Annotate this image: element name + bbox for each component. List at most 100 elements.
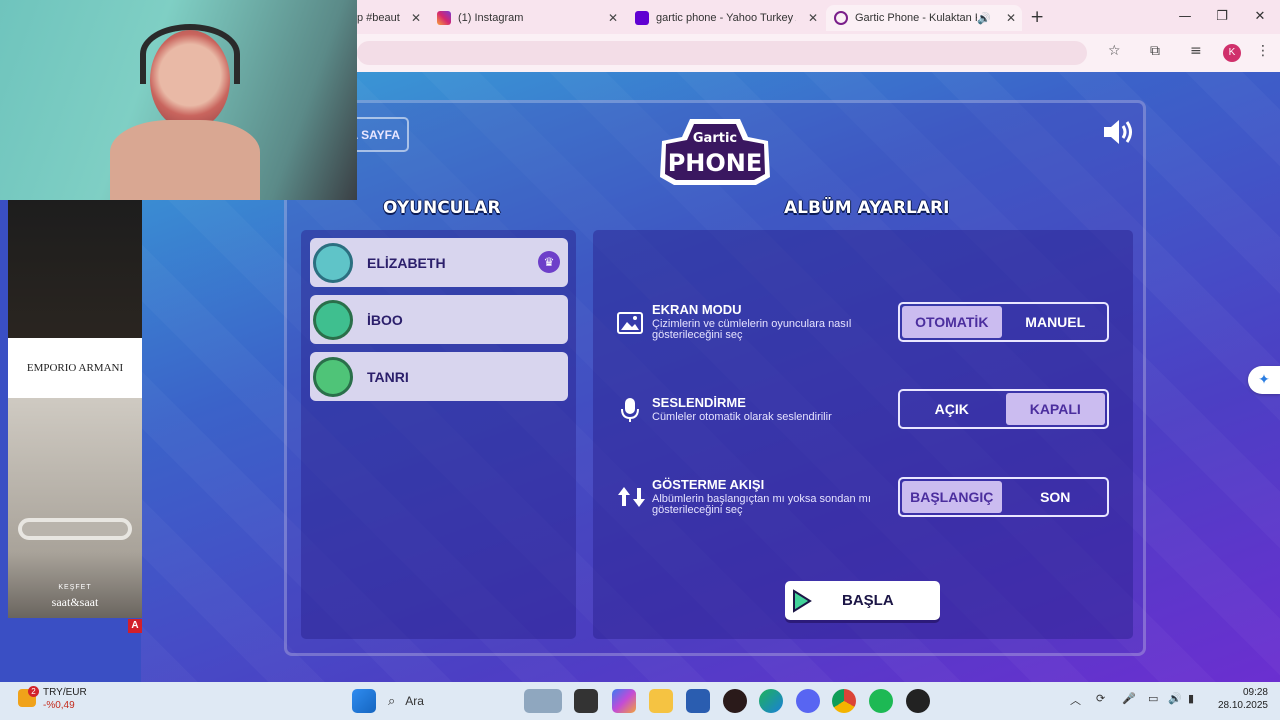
player-row: İBOO: [310, 295, 568, 344]
tray-chevron-icon[interactable]: ︿: [1070, 692, 1081, 708]
option-start[interactable]: BAŞLANGIÇ: [902, 481, 1002, 513]
ad-image-top: [8, 200, 142, 338]
side-helper-icon[interactable]: ✦: [1248, 366, 1280, 394]
close-icon[interactable]: ✕: [602, 11, 624, 25]
windows-start-icon[interactable]: [352, 689, 376, 713]
players-panel: [301, 230, 576, 639]
edge-icon[interactable]: [759, 689, 783, 713]
extensions-icon[interactable]: ⧉: [1150, 43, 1160, 59]
player-avatar: [313, 242, 353, 283]
file-explorer-icon[interactable]: [649, 689, 673, 713]
player-avatar: [313, 356, 353, 397]
stock-widget[interactable]: TRY/EUR -%0,49: [43, 686, 87, 712]
player-avatar: [313, 299, 353, 340]
crown-icon: ♛: [538, 251, 560, 273]
yahoo-icon: [635, 11, 649, 25]
option-manual[interactable]: MANUEL: [1006, 306, 1106, 338]
volume-icon[interactable]: 🔊: [1168, 692, 1182, 705]
option-on[interactable]: AÇIK: [902, 393, 1002, 425]
clock-date: 28.10.2025: [1217, 700, 1268, 711]
instagram-icon: [437, 11, 451, 25]
voiceover-toggle: AÇIK KAPALI: [898, 389, 1109, 429]
profile-avatar[interactable]: K: [1223, 44, 1241, 62]
players-title: OYUNCULAR: [383, 198, 501, 218]
bracelet-image: [18, 518, 132, 540]
tab-music[interactable]: p #beaut ✕: [357, 5, 427, 31]
media-control-icon[interactable]: ≡: [1190, 43, 1202, 59]
setting-title: SESLENDİRME: [652, 395, 746, 410]
setting-description: Albümlerin başlangıçtan mı yoksa sondan …: [652, 493, 871, 516]
search-icon: ⌕: [388, 693, 396, 708]
microphone-tray-icon[interactable]: 🎤: [1122, 692, 1136, 705]
logo-bottom-text: PHONE: [668, 149, 763, 177]
ad-brand: EMPORIO ARMANI: [8, 338, 142, 398]
tab-yahoo[interactable]: gartic phone - Yahoo Turkey Ar ✕: [627, 5, 824, 31]
gartic-phone-logo: Gartic PHONE: [660, 119, 770, 185]
system-clock[interactable]: 09:28 28.10.2025: [1218, 686, 1268, 712]
new-tab-button[interactable]: +: [1030, 7, 1044, 27]
network-icon[interactable]: ▭: [1148, 692, 1158, 705]
gartic-icon: [834, 11, 848, 25]
bookmark-star-icon[interactable]: ☆: [1108, 43, 1121, 59]
album-settings-panel: [593, 230, 1133, 639]
option-end[interactable]: SON: [1006, 481, 1106, 513]
display-mode-toggle: OTOMATİK MANUEL: [898, 302, 1109, 342]
ad-image-bottom: KEŞFET saat&saat: [8, 398, 142, 618]
windows-taskbar: [0, 682, 1280, 720]
ad-badge[interactable]: A: [128, 619, 142, 633]
discord-icon[interactable]: [796, 689, 820, 713]
sound-icon[interactable]: [1102, 117, 1136, 147]
speaker-icon[interactable]: 🔊: [977, 12, 991, 25]
player-row: TANRI: [310, 352, 568, 401]
up-down-arrows-icon: [618, 487, 645, 507]
task-view-icon[interactable]: [574, 689, 598, 713]
taskbar-search[interactable]: ⌕ Ara: [388, 689, 498, 713]
webcam-overlay: [0, 0, 357, 200]
battery-icon[interactable]: ▮: [1188, 692, 1194, 705]
copilot-icon[interactable]: [612, 689, 636, 713]
clock-time: 09:28: [1242, 687, 1268, 698]
notification-badge: 2: [28, 686, 39, 697]
image-icon: [617, 312, 643, 334]
ad-cta-small: KEŞFET: [58, 584, 92, 591]
tab-label: Gartic Phone - Kulaktan Kul: [855, 12, 977, 24]
close-icon[interactable]: ✕: [405, 11, 427, 25]
ad-cta-brand: saat&saat: [51, 595, 99, 609]
close-icon[interactable]: ✕: [802, 11, 824, 25]
option-automatic[interactable]: OTOMATİK: [902, 306, 1002, 338]
setting-title: EKRAN MODU: [652, 302, 742, 317]
tab-gartic-active[interactable]: Gartic Phone - Kulaktan Kul 🔊 ✕: [826, 5, 1022, 31]
store-icon[interactable]: [686, 689, 710, 713]
address-input[interactable]: [357, 41, 1087, 65]
back-label: A SAYFA: [349, 127, 400, 142]
tab-label: (1) Instagram: [458, 12, 524, 24]
search-label: Ara: [405, 694, 424, 708]
setting-description: Çizimlerin ve cümlelerin oyunculara nası…: [652, 318, 852, 341]
restore-button[interactable]: ❐: [1207, 6, 1237, 28]
close-icon[interactable]: ✕: [1000, 11, 1022, 25]
tab-label: p #beaut: [357, 12, 400, 24]
microphone-icon: [621, 398, 639, 422]
logo-top-text: Gartic: [693, 131, 737, 146]
start-button[interactable]: BAŞLA: [785, 581, 940, 620]
game-app-icon[interactable]: [723, 689, 747, 713]
settings-title: ALBÜM AYARLARI: [784, 198, 950, 218]
play-icon: [793, 588, 812, 613]
option-off[interactable]: KAPALI: [1005, 393, 1105, 425]
spotify-icon[interactable]: [869, 689, 893, 713]
player-name: İBOO: [367, 311, 403, 328]
obs-icon[interactable]: [906, 689, 930, 713]
widgets-icon[interactable]: [524, 689, 562, 713]
minimize-button[interactable]: —: [1170, 6, 1200, 28]
sync-icon[interactable]: ⟳: [1096, 692, 1105, 705]
menu-kebab-icon[interactable]: ⋮: [1256, 43, 1270, 59]
chrome-icon[interactable]: [832, 689, 856, 713]
headphones-icon: [140, 24, 240, 84]
tab-instagram[interactable]: (1) Instagram ✕: [429, 5, 624, 31]
streamer-body: [110, 120, 260, 200]
advertisement[interactable]: EMPORIO ARMANI KEŞFET saat&saat: [8, 200, 142, 618]
player-row: ELİZABETH ♛: [310, 238, 568, 287]
start-label: BAŞLA: [842, 592, 894, 609]
close-window-button[interactable]: ✕: [1245, 6, 1275, 28]
stock-pair: TRY/EUR: [43, 687, 87, 698]
